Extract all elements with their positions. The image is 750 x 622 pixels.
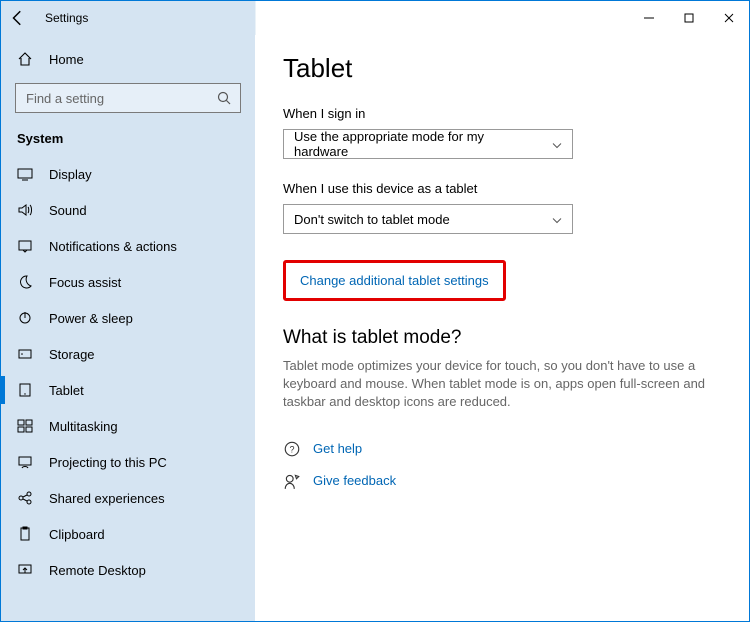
sidebar-item-label: Remote Desktop	[49, 563, 146, 578]
sidebar-item-label: Power & sleep	[49, 311, 133, 326]
content-pane: Tablet When I sign in Use the appropriat…	[255, 35, 749, 621]
remote-desktop-icon	[17, 562, 33, 578]
sidebar-item-focus-assist[interactable]: Focus assist	[1, 264, 255, 300]
sidebar-item-power-sleep[interactable]: Power & sleep	[1, 300, 255, 336]
info-heading: What is tablet mode?	[283, 327, 721, 349]
signin-label: When I sign in	[283, 106, 721, 121]
change-additional-settings-link[interactable]: Change additional tablet settings	[300, 273, 489, 288]
sidebar-item-notifications[interactable]: Notifications & actions	[1, 228, 255, 264]
sidebar-item-shared-experiences[interactable]: Shared experiences	[1, 480, 255, 516]
help-icon: ?	[283, 440, 301, 458]
notifications-icon	[17, 238, 33, 254]
chevron-down-icon	[552, 137, 562, 152]
sidebar-item-tablet[interactable]: Tablet	[1, 372, 255, 408]
home-icon	[17, 51, 33, 67]
sidebar-item-remote-desktop[interactable]: Remote Desktop	[1, 552, 255, 588]
display-icon	[17, 166, 33, 182]
sidebar-item-storage[interactable]: Storage	[1, 336, 255, 372]
tablet-icon	[17, 382, 33, 398]
search-icon	[216, 90, 232, 106]
signin-select[interactable]: Use the appropriate mode for my hardware	[283, 129, 573, 159]
sidebar-section-title: System	[1, 127, 255, 156]
minimize-button[interactable]	[629, 4, 669, 32]
sidebar-item-label: Storage	[49, 347, 95, 362]
give-feedback-link[interactable]: Give feedback	[313, 473, 396, 488]
sidebar-item-label: Sound	[49, 203, 87, 218]
search-input[interactable]	[24, 90, 216, 107]
feedback-icon	[283, 472, 301, 490]
power-icon	[17, 310, 33, 326]
signin-select-value: Use the appropriate mode for my hardware	[294, 129, 540, 159]
storage-icon	[17, 346, 33, 362]
sidebar-item-label: Display	[49, 167, 92, 182]
back-button[interactable]	[9, 9, 27, 27]
moon-icon	[17, 274, 33, 290]
sidebar-item-projecting[interactable]: Projecting to this PC	[1, 444, 255, 480]
sidebar-home-label: Home	[49, 52, 84, 67]
sidebar-item-label: Tablet	[49, 383, 84, 398]
clipboard-icon	[17, 526, 33, 542]
astablet-select-value: Don't switch to tablet mode	[294, 212, 450, 227]
shared-icon	[17, 490, 33, 506]
titlebar: Settings	[1, 1, 749, 35]
astablet-select[interactable]: Don't switch to tablet mode	[283, 204, 573, 234]
page-title: Tablet	[283, 53, 721, 84]
search-box[interactable]	[15, 83, 241, 113]
sidebar-item-label: Focus assist	[49, 275, 121, 290]
sidebar: Home System Display Sound Notifications …	[1, 35, 255, 621]
projecting-icon	[17, 454, 33, 470]
svg-text:?: ?	[289, 444, 294, 454]
sidebar-item-label: Clipboard	[49, 527, 105, 542]
sidebar-item-label: Multitasking	[49, 419, 118, 434]
sidebar-item-display[interactable]: Display	[1, 156, 255, 192]
close-button[interactable]	[709, 4, 749, 32]
window-title: Settings	[45, 11, 88, 25]
sidebar-home[interactable]: Home	[1, 45, 255, 79]
sidebar-item-label: Notifications & actions	[49, 239, 177, 254]
sidebar-item-label: Shared experiences	[49, 491, 165, 506]
multitasking-icon	[17, 418, 33, 434]
get-help-link[interactable]: Get help	[313, 441, 362, 456]
sidebar-item-multitasking[interactable]: Multitasking	[1, 408, 255, 444]
chevron-down-icon	[552, 212, 562, 227]
sidebar-item-clipboard[interactable]: Clipboard	[1, 516, 255, 552]
sound-icon	[17, 202, 33, 218]
maximize-button[interactable]	[669, 4, 709, 32]
astablet-label: When I use this device as a tablet	[283, 181, 721, 196]
change-additional-settings-highlight: Change additional tablet settings	[283, 260, 506, 301]
sidebar-item-label: Projecting to this PC	[49, 455, 167, 470]
info-body: Tablet mode optimizes your device for to…	[283, 357, 721, 412]
sidebar-item-sound[interactable]: Sound	[1, 192, 255, 228]
